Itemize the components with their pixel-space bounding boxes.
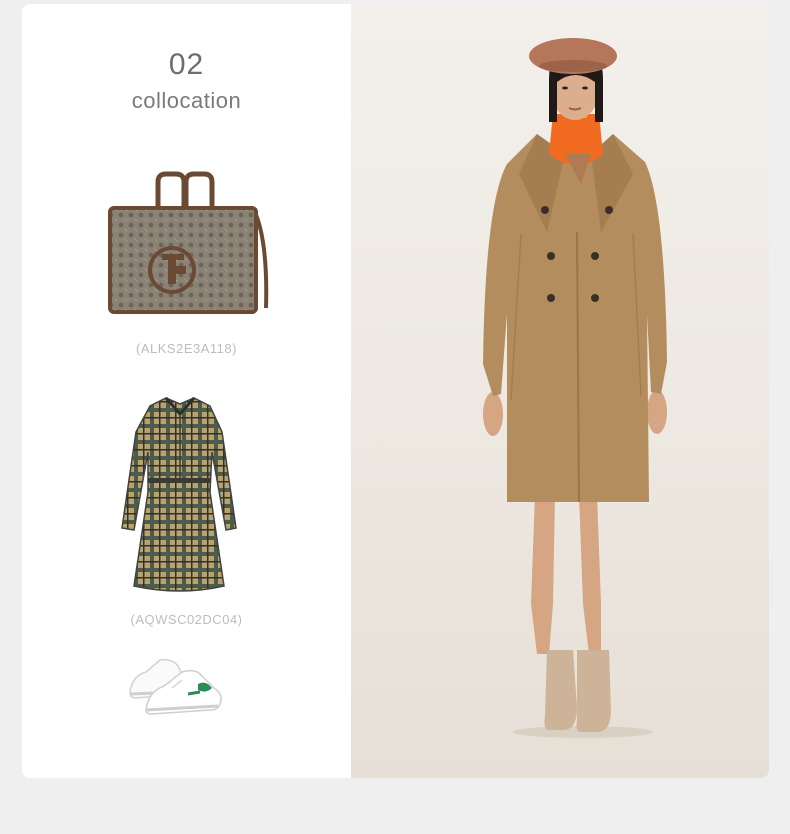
plaid-dress-icon[interactable] [118,392,242,598]
product-code-dress: (AQWSC02DC04) [130,612,243,627]
tote-bag-icon[interactable] [106,170,276,315]
sneakers-icon[interactable] [126,654,230,716]
section-title: collocation [131,88,242,113]
collocation-panel: 02 collocation (ALKS2E3A118) (AQWSC02DC0… [22,4,351,778]
section-number: 02 [168,48,205,81]
product-code-bag: (ALKS2E3A118) [136,341,237,356]
collocation-card: 02 collocation (ALKS2E3A118) (AQWSC02DC0… [22,4,769,778]
model-camel-coat-photo [483,38,667,738]
model-photo [351,4,769,778]
